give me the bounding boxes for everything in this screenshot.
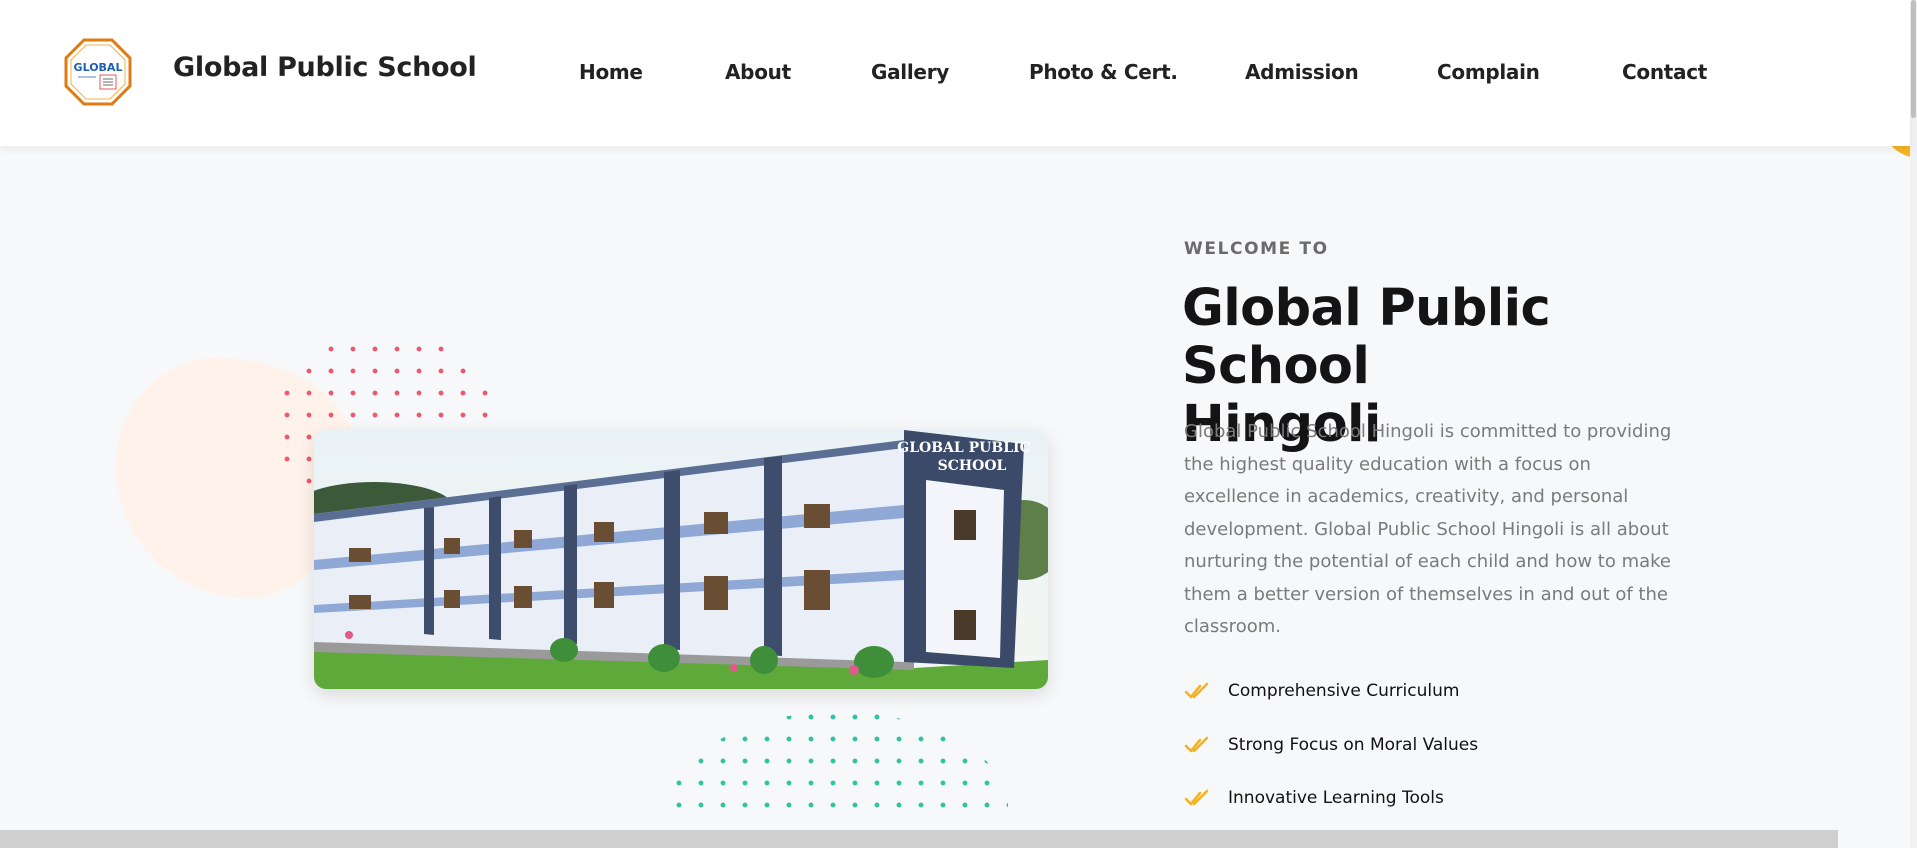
building-sign-text: GLOBAL PUBLIC: [897, 440, 1031, 456]
feature-label: Strong Focus on Moral Values: [1228, 735, 1479, 755]
nav-photo-cert[interactable]: Photo & Cert.: [1029, 60, 1178, 84]
double-check-icon: [1184, 789, 1209, 806]
bottom-strip: [0, 830, 1838, 848]
welcome-eyebrow: WELCOME TO: [1184, 239, 1329, 259]
page-scrollbar[interactable]: [1910, 0, 1917, 848]
nav-gallery[interactable]: Gallery: [871, 60, 949, 84]
decorative-dot-pattern-green: [668, 711, 1008, 820]
nav-complain[interactable]: Complain: [1437, 60, 1540, 84]
scrollbar-thumb[interactable]: [1911, 0, 1916, 118]
nav-contact[interactable]: Contact: [1622, 60, 1707, 84]
school-building-image: GLOBAL PUBLIC SCHOOL: [314, 430, 1048, 689]
double-check-icon: [1184, 682, 1209, 699]
headline-line-1: Global Public School: [1182, 279, 1551, 396]
school-logo[interactable]: GLOBAL: [64, 38, 132, 106]
nav-admission[interactable]: Admission: [1245, 60, 1359, 84]
hero-description: Global Public School Hingoli is committe…: [1184, 421, 1672, 637]
logo-text: GLOBAL: [74, 61, 123, 74]
building-sign-text-2: SCHOOL: [938, 458, 1007, 474]
feature-item: Innovative Learning Tools: [1184, 785, 1444, 811]
nav-home[interactable]: Home: [579, 60, 643, 84]
nav-about[interactable]: About: [725, 60, 791, 84]
feature-label: Comprehensive Curriculum: [1228, 681, 1460, 701]
site-header: GLOBAL Global Public School Home About G…: [0, 0, 1910, 146]
feature-item: Strong Focus on Moral Values: [1184, 732, 1478, 758]
brand-name[interactable]: Global Public School: [173, 52, 477, 83]
feature-item: Comprehensive Curriculum: [1184, 678, 1459, 704]
feature-label: Innovative Learning Tools: [1228, 788, 1444, 808]
double-check-icon: [1184, 736, 1209, 753]
